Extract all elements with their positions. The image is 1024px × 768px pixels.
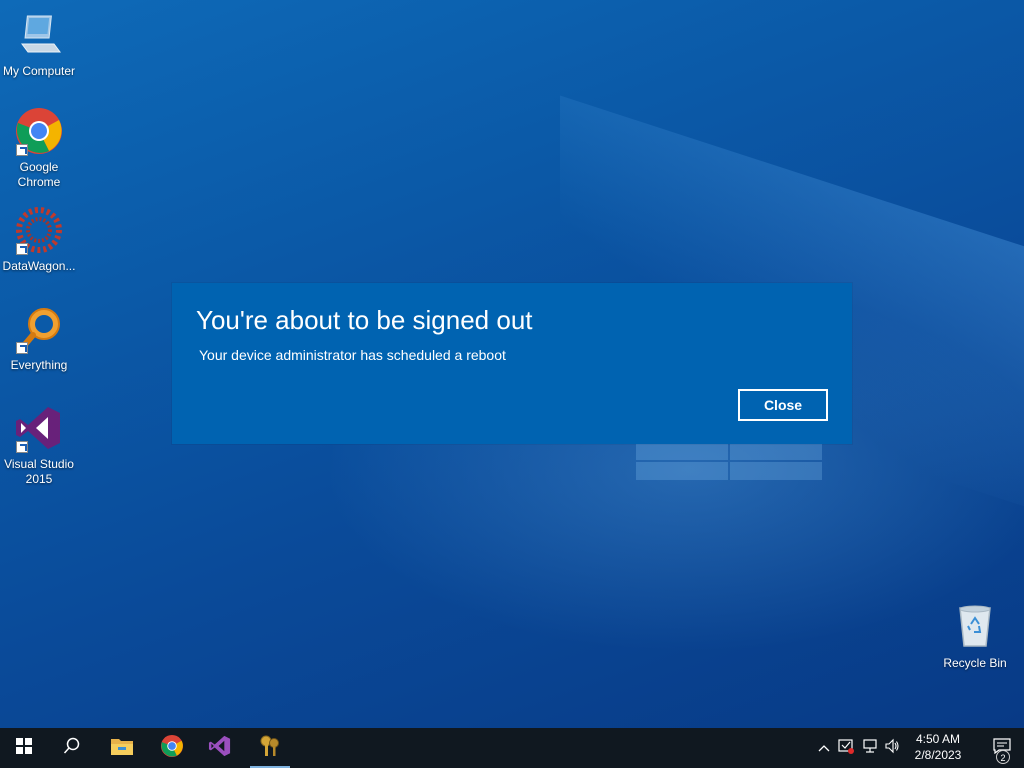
desktop-icon-recycle-bin[interactable]: Recycle Bin bbox=[936, 602, 1014, 671]
datawagon-icon bbox=[14, 205, 64, 255]
chrome-icon bbox=[14, 106, 64, 156]
computer-icon bbox=[14, 10, 64, 60]
taskbar-visual-studio[interactable] bbox=[196, 728, 244, 768]
chrome-icon bbox=[160, 734, 184, 763]
shield-alert-icon bbox=[838, 738, 854, 759]
keys-app-icon bbox=[258, 734, 282, 763]
desktop-icon-google-chrome[interactable]: Google Chrome bbox=[0, 106, 78, 190]
taskbar: 4:50 AM 2/8/2023 2 bbox=[0, 728, 1024, 768]
desktop-icon-visual-studio-2015[interactable]: Visual Studio 2015 bbox=[0, 403, 78, 487]
taskbar-chrome[interactable] bbox=[148, 728, 196, 768]
windows-start-icon bbox=[16, 737, 32, 759]
sign-out-dialog: You're about to be signed out Your devic… bbox=[172, 283, 852, 444]
dialog-title: You're about to be signed out bbox=[196, 305, 533, 335]
visual-studio-icon bbox=[14, 403, 64, 453]
tray-network[interactable] bbox=[860, 738, 880, 758]
desktop-icon-my-computer[interactable]: My Computer bbox=[0, 10, 78, 79]
desktop-icon-label: Recycle Bin bbox=[943, 656, 1007, 670]
dialog-message: Your device administrator has scheduled … bbox=[199, 347, 506, 363]
notification-count-badge: 2 bbox=[996, 750, 1010, 764]
desktop: My Computer Google Chrome DataWagon... E… bbox=[0, 0, 1024, 728]
desktop-icon-label: Google Chrome bbox=[17, 160, 61, 189]
close-button[interactable]: Close bbox=[738, 389, 828, 421]
search-icon bbox=[63, 737, 81, 760]
file-explorer-icon bbox=[110, 736, 134, 761]
chevron-up-icon bbox=[818, 739, 830, 757]
desktop-icon-label: Visual Studio 2015 bbox=[4, 457, 74, 486]
taskbar-clock[interactable]: 4:50 AM 2/8/2023 bbox=[908, 731, 968, 763]
taskbar-keys-app[interactable] bbox=[246, 728, 294, 768]
desktop-icon-label: Everything bbox=[10, 358, 68, 372]
network-icon bbox=[862, 738, 878, 759]
search-button[interactable] bbox=[48, 728, 96, 768]
tray-volume[interactable] bbox=[882, 738, 902, 758]
taskbar-file-explorer[interactable] bbox=[98, 728, 146, 768]
tray-security-app[interactable] bbox=[836, 738, 856, 758]
speaker-icon bbox=[884, 738, 900, 759]
clock-time: 4:50 AM bbox=[915, 732, 961, 746]
show-hidden-icons-button[interactable] bbox=[814, 738, 834, 758]
system-tray: 4:50 AM 2/8/2023 2 bbox=[814, 728, 1024, 768]
desktop-icon-everything[interactable]: Everything bbox=[0, 304, 78, 373]
desktop-icon-datawagon[interactable]: DataWagon... bbox=[0, 205, 78, 274]
desktop-icon-label: My Computer bbox=[2, 64, 76, 78]
desktop-icon-label: DataWagon... bbox=[2, 259, 76, 273]
clock-date: 2/8/2023 bbox=[914, 748, 962, 762]
visual-studio-icon bbox=[208, 734, 232, 763]
wallpaper-windows-logo bbox=[636, 442, 822, 480]
magnifier-icon bbox=[14, 304, 64, 354]
start-button[interactable] bbox=[0, 728, 48, 768]
recycle-bin-icon bbox=[950, 602, 1000, 652]
